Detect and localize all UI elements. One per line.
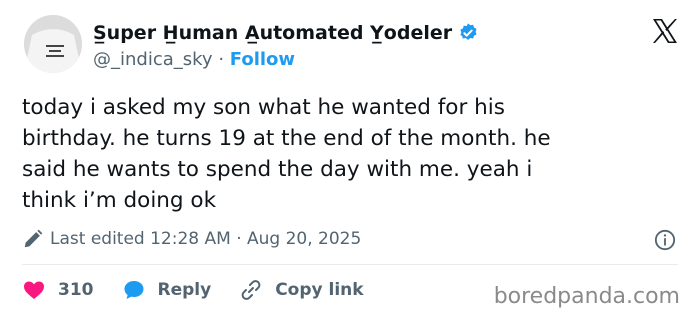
- watermark: boredpanda.com: [493, 284, 680, 309]
- edited-label: Last edited 12:28 AM · Aug 20, 2025: [50, 229, 362, 249]
- tweet-text: today i asked my son what he wanted for …: [22, 92, 682, 216]
- info-icon[interactable]: [654, 229, 676, 251]
- x-logo-icon[interactable]: [650, 16, 680, 46]
- follow-button[interactable]: Follow: [230, 49, 295, 70]
- author-handle[interactable]: @_indica_sky: [93, 49, 213, 70]
- tweet-line: think i’m doing ok: [22, 188, 217, 213]
- heart-icon: [24, 281, 44, 299]
- reply-label: Reply: [157, 280, 212, 300]
- speech-bubble-icon: [124, 281, 143, 299]
- like-button[interactable]: 310: [22, 278, 94, 302]
- edited-timestamp[interactable]: Last edited 12:28 AM · Aug 20, 2025: [22, 228, 361, 250]
- handle-separator: ·: [218, 49, 225, 70]
- tweet-line: said he wants to spend the day with me. …: [22, 157, 533, 182]
- pencil-icon: [24, 229, 43, 248]
- action-bar: 310 Reply Copy link: [22, 278, 392, 302]
- author-display-name[interactable]: S̲uper H̲uman A̲utomated Y̲odeler: [93, 22, 452, 44]
- avatar[interactable]: [24, 15, 82, 73]
- divider: [22, 264, 678, 265]
- author-handle-row: @_indica_sky · Follow: [93, 49, 295, 70]
- author-name-row: S̲uper H̲uman A̲utomated Y̲odeler: [93, 22, 479, 44]
- avatar-image: [24, 15, 82, 73]
- link-icon: [241, 280, 261, 300]
- verified-badge-icon: [460, 23, 477, 40]
- copy-link-label: Copy link: [275, 280, 364, 300]
- tweet-line: birthday. he turns 19 at the end of the …: [22, 126, 551, 151]
- copy-link-button[interactable]: Copy link: [239, 278, 364, 302]
- tweet-line: today i asked my son what he wanted for …: [22, 95, 505, 120]
- like-count: 310: [58, 280, 94, 300]
- reply-button[interactable]: Reply: [122, 278, 212, 302]
